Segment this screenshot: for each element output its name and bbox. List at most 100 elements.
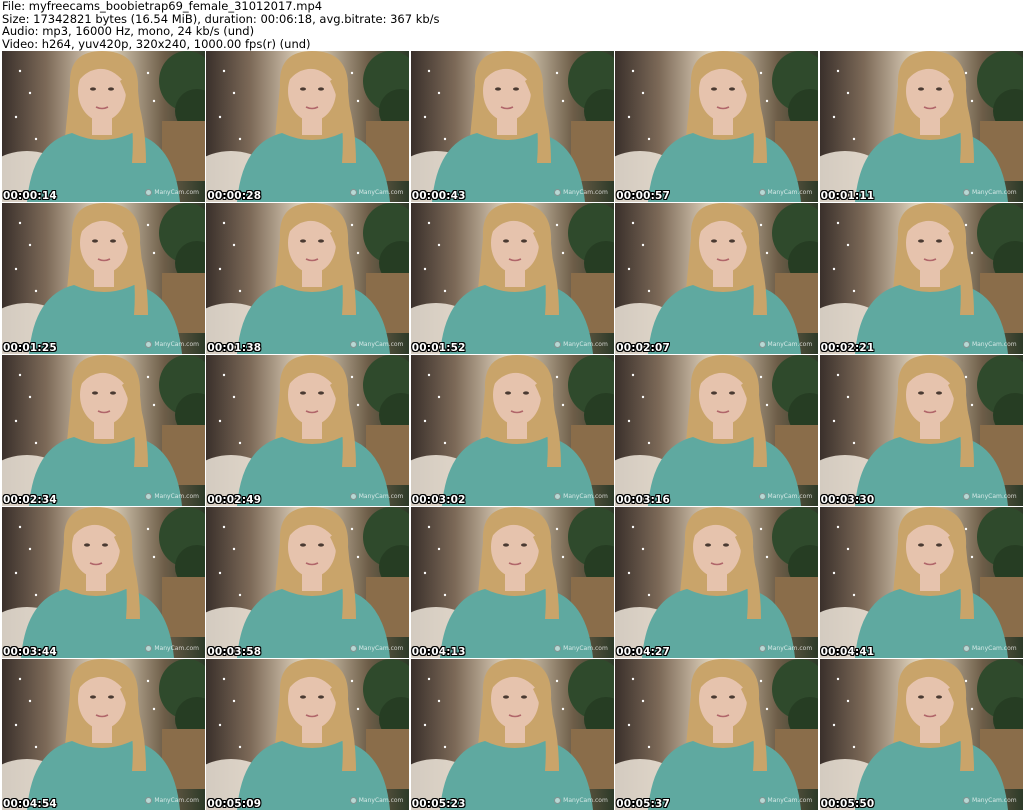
manycam-watermark: ManyCam.com [145, 189, 199, 196]
video-thumbnail: ManyCam.com 00:01:11 [819, 51, 1023, 202]
manycam-watermark: ManyCam.com [554, 645, 608, 652]
manycam-logo-icon [145, 493, 153, 500]
timestamp-label: 00:04:13 [411, 646, 466, 658]
manycam-watermark: ManyCam.com [758, 645, 813, 652]
webcam-frame-image [206, 203, 410, 354]
watermark-text: ManyCam.com [767, 189, 813, 196]
manycam-watermark: ManyCam.com [962, 645, 1017, 652]
manycam-watermark: ManyCam.com [145, 797, 199, 804]
video-thumbnail: ManyCam.com 00:02:49 [206, 355, 410, 506]
webcam-frame-image [2, 659, 205, 810]
manycam-watermark: ManyCam.com [758, 189, 813, 196]
video-thumbnail: ManyCam.com 00:03:30 [819, 355, 1023, 506]
manycam-watermark: ManyCam.com [349, 797, 403, 804]
manycam-logo-icon [962, 493, 970, 500]
video-thumbnail: ManyCam.com 00:05:09 [206, 659, 410, 810]
timestamp-label: 00:05:50 [820, 798, 875, 810]
video-thumbnail: ManyCam.com 00:04:27 [615, 507, 819, 658]
watermark-text: ManyCam.com [358, 645, 404, 652]
watermark-text: ManyCam.com [154, 493, 199, 500]
manycam-logo-icon [554, 645, 562, 652]
webcam-frame-image [615, 203, 819, 354]
webcam-frame-image [410, 355, 614, 506]
manycam-logo-icon [349, 341, 357, 348]
timestamp-label: 00:02:49 [207, 494, 262, 506]
watermark-text: ManyCam.com [971, 189, 1017, 196]
video-thumbnail: ManyCam.com 00:01:52 [410, 203, 614, 354]
manycam-logo-icon [145, 797, 153, 804]
manycam-watermark: ManyCam.com [349, 493, 404, 500]
watermark-text: ManyCam.com [358, 493, 404, 500]
manycam-watermark: ManyCam.com [554, 189, 608, 196]
timestamp-label: 00:02:34 [3, 494, 57, 506]
timestamp-label: 00:03:02 [411, 494, 466, 506]
webcam-frame-image [410, 659, 614, 810]
manycam-logo-icon [554, 189, 562, 196]
webcam-frame-image [206, 355, 410, 506]
webcam-frame-image [206, 507, 410, 658]
watermark-text: ManyCam.com [971, 797, 1017, 804]
manycam-logo-icon [349, 797, 357, 804]
webcam-frame-image [615, 355, 819, 506]
video-line: Video: h264, yuv420p, 320x240, 1000.00 f… [2, 36, 311, 51]
manycam-watermark: ManyCam.com [758, 341, 812, 348]
watermark-text: ManyCam.com [154, 341, 199, 348]
watermark-text: ManyCam.com [358, 341, 404, 348]
manycam-watermark: ManyCam.com [962, 797, 1017, 804]
webcam-frame-image [2, 51, 205, 202]
manycam-logo-icon [758, 341, 766, 348]
webcam-frame-image [410, 203, 614, 354]
webcam-frame-image [819, 355, 1023, 506]
manycam-watermark: ManyCam.com [145, 493, 199, 500]
audio-line: Audio: mp3, 16000 Hz, mono, 24 kb/s (und… [2, 24, 255, 39]
manycam-logo-icon [962, 341, 970, 348]
video-thumbnail: ManyCam.com 00:00:43 [410, 51, 614, 202]
timestamp-label: 00:03:30 [820, 494, 875, 506]
timestamp-label: 00:00:28 [207, 190, 262, 202]
timestamp-label: 00:01:52 [411, 342, 466, 354]
timestamp-label: 00:02:21 [820, 342, 875, 354]
manycam-logo-icon [962, 797, 970, 804]
timestamp-label: 00:04:41 [820, 646, 875, 658]
webcam-frame-image [2, 203, 205, 354]
timestamp-label: 00:01:11 [820, 190, 875, 202]
manycam-logo-icon [349, 493, 357, 500]
watermark-text: ManyCam.com [767, 493, 813, 500]
webcam-frame-image [2, 507, 205, 658]
timestamp-label: 00:00:14 [3, 190, 57, 202]
watermark-text: ManyCam.com [971, 493, 1017, 500]
video-thumbnail: ManyCam.com 00:00:14 [2, 51, 205, 202]
watermark-text: ManyCam.com [563, 341, 608, 348]
video-thumbnail: ManyCam.com 00:02:21 [819, 203, 1023, 354]
timestamp-label: 00:01:25 [3, 342, 57, 354]
video-thumbnail: ManyCam.com 00:03:02 [410, 355, 614, 506]
webcam-frame-image [615, 659, 819, 810]
manycam-logo-icon [349, 189, 357, 196]
webcam-frame-image [819, 659, 1023, 810]
manycam-watermark: ManyCam.com [145, 341, 199, 348]
video-thumbnail: ManyCam.com 00:00:28 [206, 51, 410, 202]
webcam-frame-image [410, 51, 614, 202]
video-thumbnail: ManyCam.com 00:00:57 [615, 51, 819, 202]
watermark-text: ManyCam.com [154, 645, 199, 652]
video-thumbnail: ManyCam.com 00:02:07 [615, 203, 819, 354]
watermark-text: ManyCam.com [154, 189, 199, 196]
manycam-watermark: ManyCam.com [758, 797, 812, 804]
video-thumbnail: ManyCam.com 00:04:41 [819, 507, 1023, 658]
webcam-frame-image [206, 51, 410, 202]
manycam-logo-icon [554, 493, 562, 500]
webcam-frame-image [206, 659, 410, 810]
watermark-text: ManyCam.com [767, 645, 813, 652]
watermark-text: ManyCam.com [971, 645, 1017, 652]
manycam-logo-icon [554, 341, 562, 348]
timestamp-label: 00:05:23 [411, 798, 466, 810]
webcam-frame-image [615, 51, 819, 202]
manycam-logo-icon [145, 189, 153, 196]
timestamp-label: 00:04:54 [3, 798, 57, 810]
timestamp-label: 00:03:16 [616, 494, 671, 506]
timestamp-label: 00:04:27 [616, 646, 671, 658]
watermark-text: ManyCam.com [563, 189, 608, 196]
webcam-frame-image [819, 51, 1023, 202]
video-thumbnail: ManyCam.com 00:05:50 [819, 659, 1023, 810]
video-thumbnail: ManyCam.com 00:04:13 [410, 507, 614, 658]
